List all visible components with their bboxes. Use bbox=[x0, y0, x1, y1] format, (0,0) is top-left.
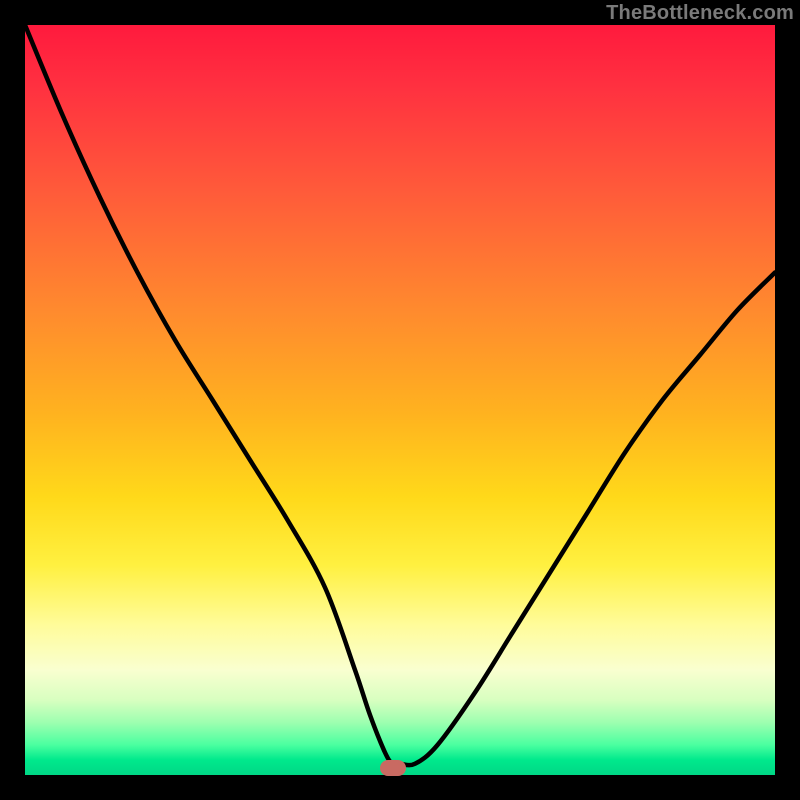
bottleneck-curve bbox=[25, 25, 775, 775]
chart-frame: TheBottleneck.com bbox=[0, 0, 800, 800]
optimum-marker bbox=[380, 760, 406, 776]
watermark-text: TheBottleneck.com bbox=[606, 2, 794, 25]
